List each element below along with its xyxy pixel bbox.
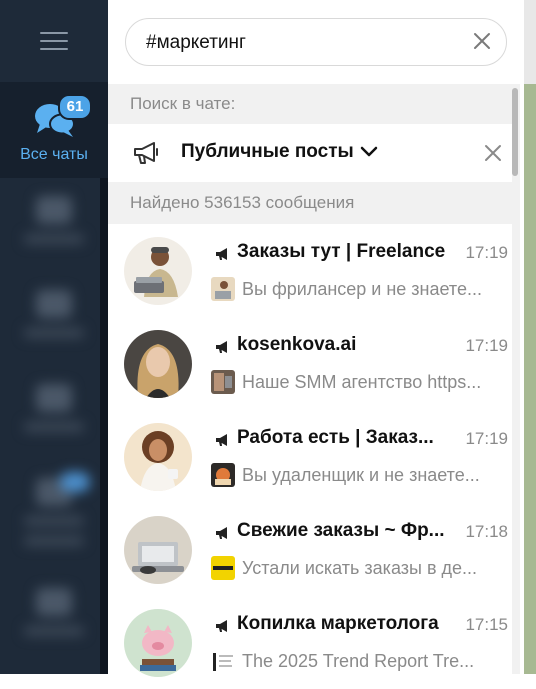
megaphone-icon: [216, 620, 227, 632]
result-time: 17:19: [465, 429, 508, 448]
scrollbar-thumb[interactable]: [512, 88, 518, 176]
result-item[interactable]: Работа есть | Заказ... 17:19 Вы удаленщи…: [108, 410, 512, 503]
results-count: Найдено 536153 сообщения: [108, 182, 516, 224]
result-preview: Вы фрилансер и не знаете...: [242, 279, 482, 299]
megaphone-icon: [216, 527, 227, 539]
result-time: 17:18: [465, 522, 508, 541]
megaphone-icon: [134, 142, 158, 164]
folder-rail: 61 Все чаты: [0, 0, 108, 674]
megaphone-icon: [216, 248, 227, 260]
result-title: Копилка маркетолога: [237, 613, 439, 634]
menu-button[interactable]: [0, 0, 108, 82]
hamburger-icon: [40, 32, 68, 50]
avatar: [124, 237, 192, 305]
result-title: Заказы тут | Freelance: [237, 241, 446, 262]
result-item[interactable]: Свежие заказы ~ Фр... 17:18 Устали искат…: [108, 503, 512, 596]
media-thumbnail: [211, 556, 235, 580]
search-panel: Поиск в чате: Публичные посты Найдено 53…: [108, 0, 524, 677]
search-bar[interactable]: [125, 18, 507, 66]
chevron-down-icon[interactable]: [360, 146, 378, 158]
megaphone-icon: [216, 434, 227, 446]
result-time: 17:19: [465, 336, 508, 355]
filter-label: Публичные посты: [181, 141, 354, 162]
result-item[interactable]: Заказы тут | Freelance 17:19 Вы фрилансе…: [108, 224, 512, 317]
blurred-folders: [0, 178, 108, 674]
filter-public-posts[interactable]: Публичные посты: [108, 124, 516, 182]
result-preview: Вы удаленщик и не знаете...: [242, 465, 480, 485]
folder-all-chats-label: Все чаты: [20, 146, 88, 163]
result-time: 17:19: [465, 243, 508, 262]
avatar: [124, 609, 192, 677]
media-thumbnail: [211, 649, 235, 673]
avatar: [124, 423, 192, 491]
result-title: Работа есть | Заказ...: [237, 427, 434, 448]
close-icon[interactable]: [472, 31, 492, 51]
megaphone-icon: [216, 341, 227, 353]
result-title: kosenkova.ai: [237, 334, 357, 355]
unread-badge: 61: [58, 94, 92, 120]
result-title: Свежие заказы ~ Фр...: [237, 520, 445, 541]
result-preview: The 2025 Trend Report Tre...: [242, 651, 475, 671]
avatar: [124, 330, 192, 398]
result-time: 17:15: [465, 615, 508, 634]
search-input[interactable]: [144, 19, 458, 66]
result-preview: Наше SMM агентство https...: [242, 372, 482, 392]
result-item[interactable]: kosenkova.ai 17:19 Наше SMM агентство ht…: [108, 317, 512, 410]
result-item[interactable]: Копилка маркетолога 17:15 The 2025 Trend…: [108, 596, 512, 689]
media-thumbnail: [211, 277, 235, 301]
media-thumbnail: [211, 463, 235, 487]
media-thumbnail: [211, 370, 235, 394]
chat-background: [524, 0, 536, 674]
avatar: [124, 516, 192, 584]
result-preview: Устали искать заказы в де...: [242, 558, 478, 578]
filter-close-icon[interactable]: [483, 143, 503, 163]
search-in-chat-label: Поиск в чате:: [108, 84, 516, 124]
